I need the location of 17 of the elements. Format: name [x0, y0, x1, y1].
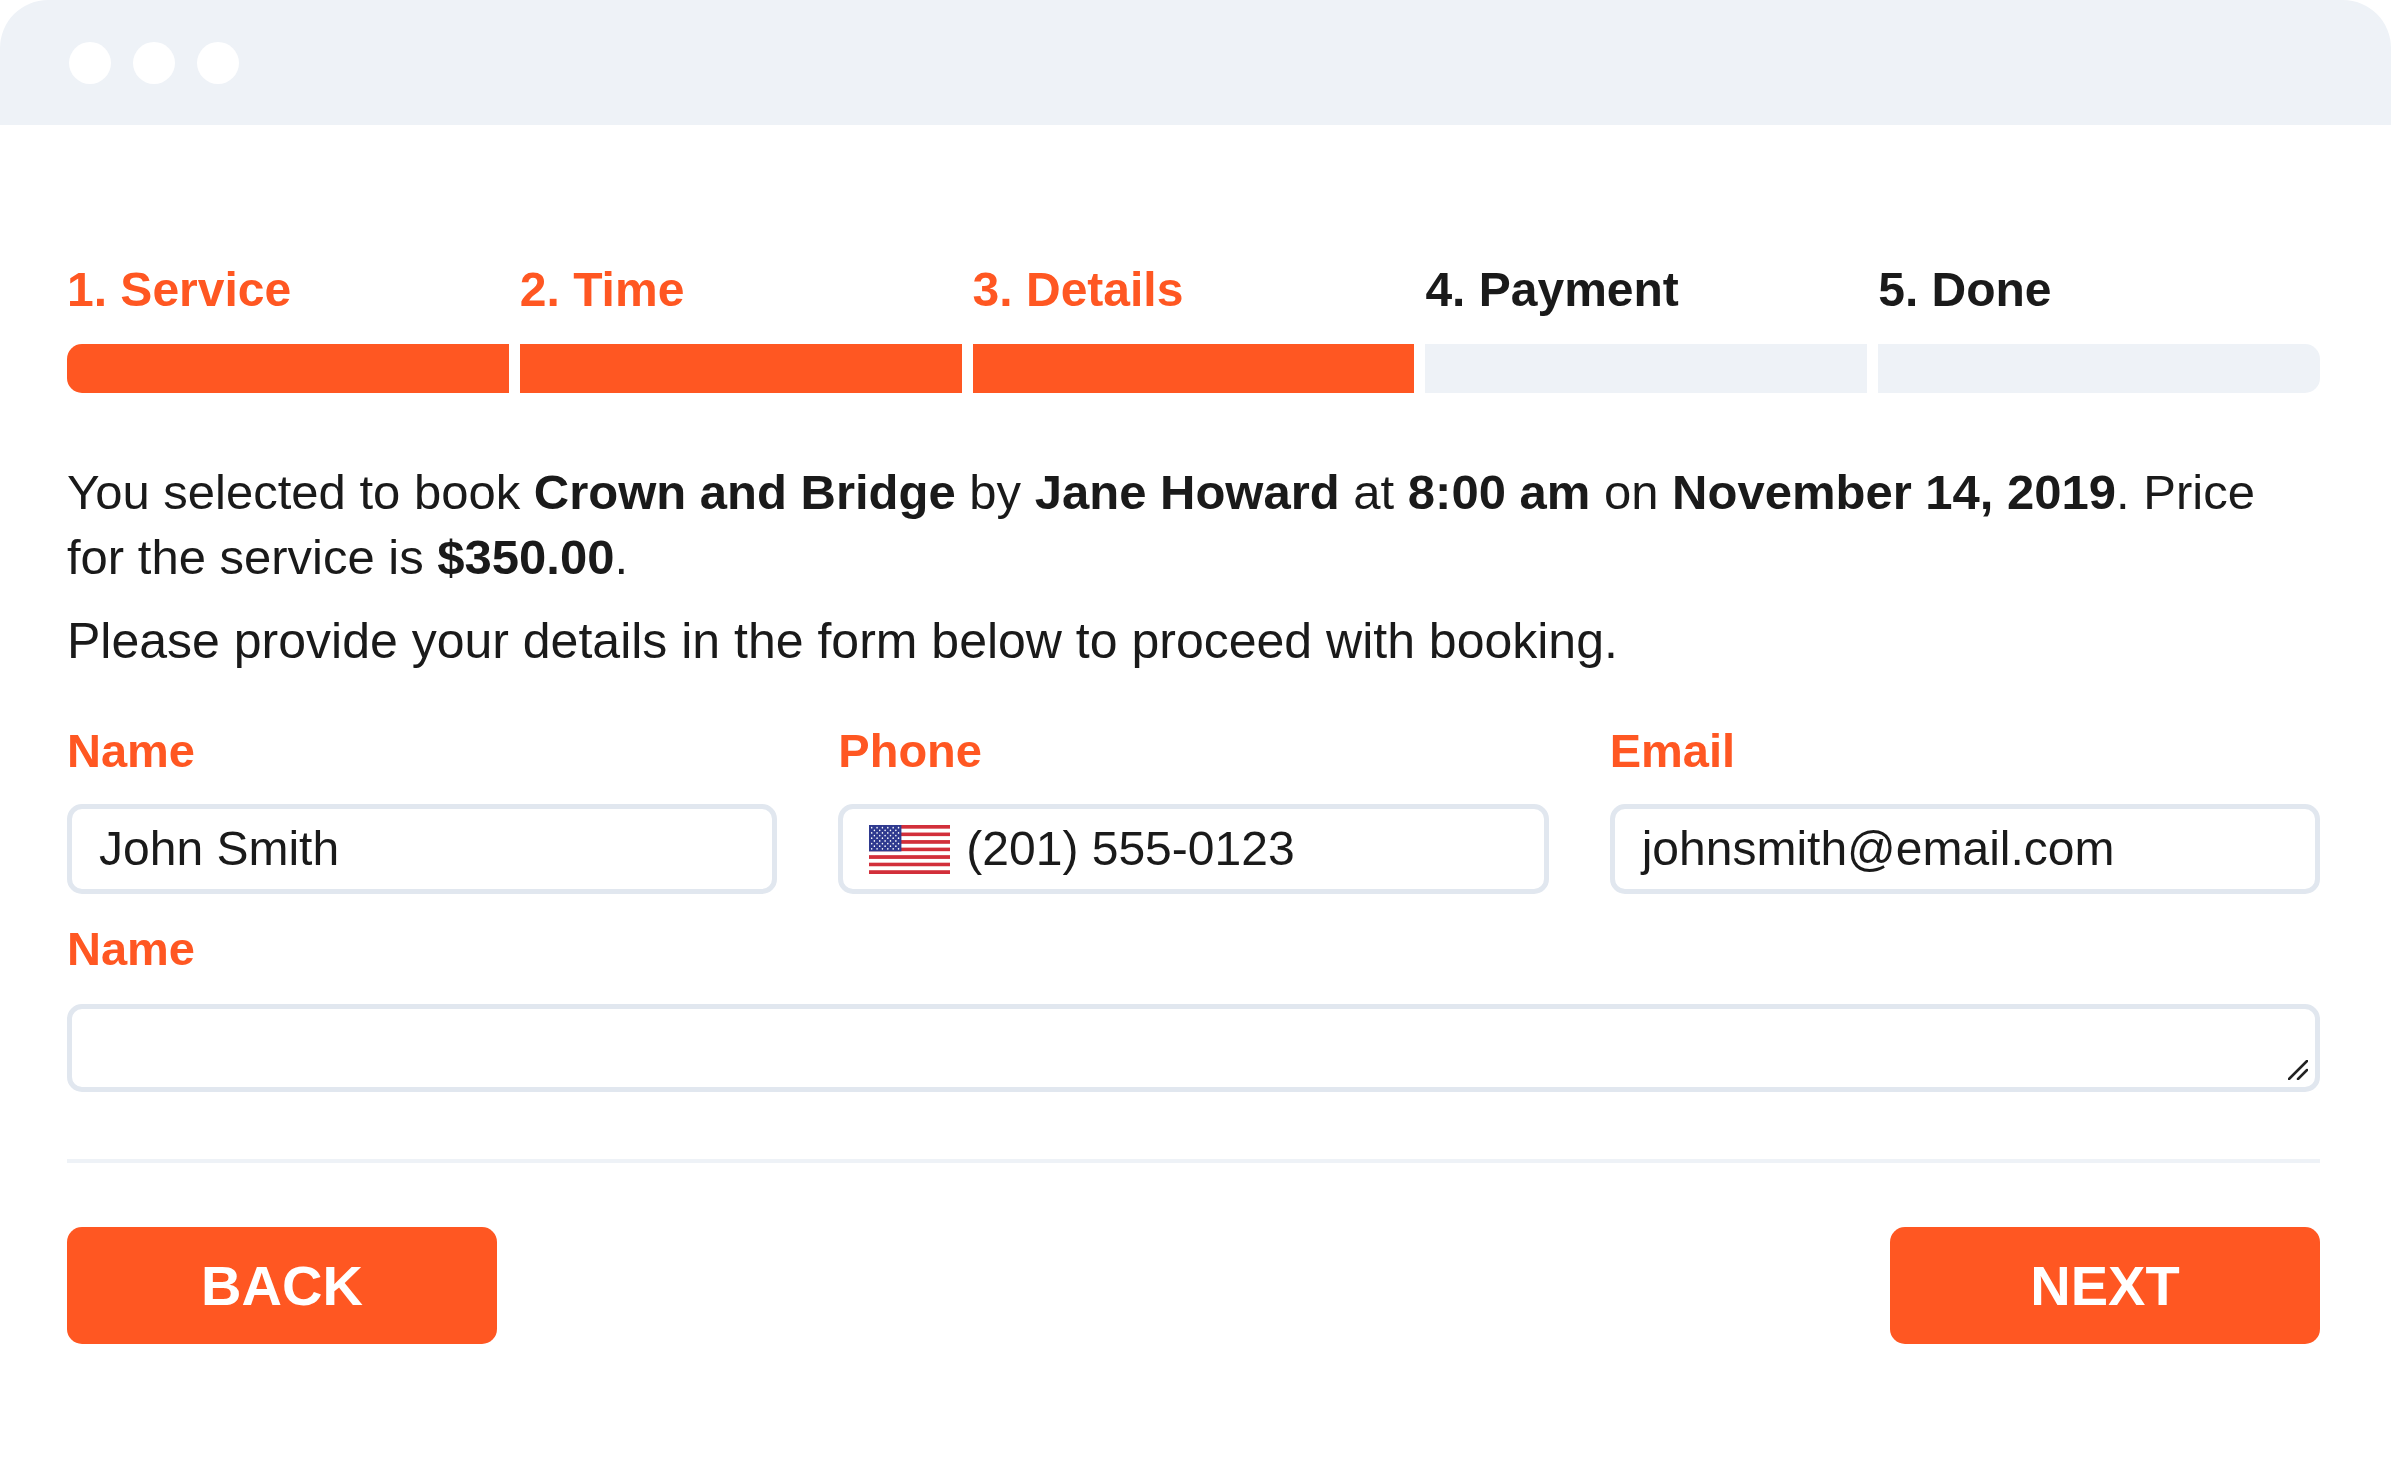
field-label: Phone — [838, 723, 982, 779]
step-label: 5. Done — [1878, 262, 2052, 318]
step-label: 3. Details — [972, 262, 1184, 318]
flag-icon — [869, 824, 951, 874]
instruction-text: Please provide your details in the form below to proceed with booking. — [67, 612, 1619, 671]
text-field[interactable]: johnsmith@email.com — [1609, 804, 2320, 894]
field-label: Email — [1609, 723, 1736, 779]
field-label: Name — [67, 723, 195, 779]
textarea-field[interactable] — [67, 1004, 2320, 1092]
step-label: 4. Payment — [1425, 262, 1679, 318]
booking-summary: You selected to book Crown and Bridge by Jane Howard at 8:00 am on November 14, 2019. Price for the service is $350.00. — [67, 464, 2256, 586]
step-label: 2. Time — [519, 262, 685, 318]
field-label: Name — [67, 921, 195, 977]
resize-grip-icon[interactable] — [2288, 1060, 2308, 1080]
phone-field[interactable]: (201) 555-0123 — [838, 804, 1549, 894]
step-label: 1. Service — [67, 262, 292, 318]
text-field[interactable]: John Smith — [67, 804, 778, 894]
